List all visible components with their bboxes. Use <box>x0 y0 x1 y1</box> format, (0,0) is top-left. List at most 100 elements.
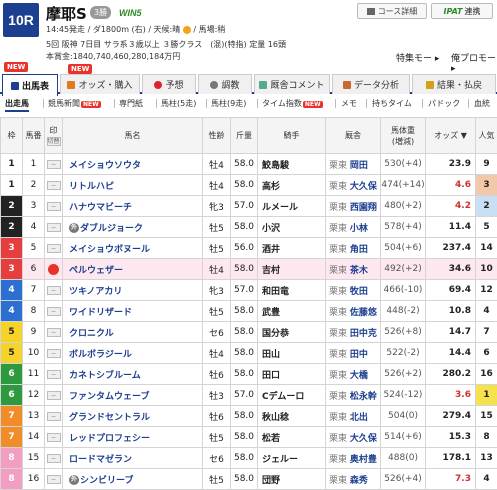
horse-name[interactable]: ボルボラジール <box>63 343 203 364</box>
mark-dropdown[interactable]: -- <box>47 286 61 295</box>
subnav-umabashira9[interactable]: 馬柱(9走) <box>211 98 246 109</box>
trainer-cell[interactable]: 栗東 西園翔 <box>326 196 381 217</box>
horse-name[interactable]: ロードマゼラン <box>63 448 203 469</box>
horse-name[interactable]: レッドプロフェシー <box>63 427 203 448</box>
horse-name[interactable]: ハナウマビーチ <box>63 196 203 217</box>
mark-dropdown[interactable]: -- <box>47 160 61 169</box>
subnav-umabashira5[interactable]: 馬柱(5走) <box>161 98 196 109</box>
jockey-name[interactable]: 吉村 <box>258 259 326 280</box>
trainer-cell[interactable]: 栗東 岡田 <box>326 154 381 175</box>
jockey-name[interactable]: 秋山稔 <box>258 406 326 427</box>
trainer-cell[interactable]: 栗東 角田 <box>326 238 381 259</box>
trainer-cell[interactable]: 栗東 田中克 <box>326 322 381 343</box>
mark-cell[interactable]: -- <box>45 364 63 385</box>
horse-name[interactable]: クロニクル <box>63 322 203 343</box>
mark-cell[interactable]: -- <box>45 280 63 301</box>
mark-cell[interactable]: -- <box>45 154 63 175</box>
tab-shutsuba[interactable]: 出馬表 <box>2 74 58 96</box>
subnav-time-index[interactable]: タイム指数NEW <box>262 98 323 109</box>
course-detail-button[interactable]: コース詳細 <box>357 3 427 19</box>
oreplo-link[interactable]: 俺プロモー ▸ <box>451 51 497 74</box>
jockey-name[interactable]: 鮫島駿 <box>258 154 326 175</box>
mark-dropdown[interactable]: -- <box>47 412 61 421</box>
mark-dropdown[interactable]: -- <box>47 223 61 232</box>
feature-link[interactable]: 特集モー ▸ <box>396 51 439 64</box>
mark-dropdown[interactable]: -- <box>47 349 61 358</box>
horse-name[interactable]: メイショウソウタ <box>63 154 203 175</box>
mark-cell[interactable] <box>45 259 63 280</box>
subnav-pedigree[interactable]: 血統 <box>474 98 490 109</box>
mark-dropdown[interactable]: -- <box>47 328 61 337</box>
mark-dropdown[interactable]: -- <box>47 181 61 190</box>
jockey-name[interactable]: 松若 <box>258 427 326 448</box>
trainer-cell[interactable]: 栗東 大久保 <box>326 175 381 196</box>
horse-name[interactable]: ワイドリザード <box>63 301 203 322</box>
mark-cell[interactable]: -- <box>45 448 63 469</box>
subnav-paddock[interactable]: パドック <box>428 98 460 109</box>
col-mark[interactable]: 印切替 <box>45 118 63 154</box>
tab-data[interactable]: データ分析 <box>332 74 410 94</box>
mark-dropdown[interactable]: -- <box>47 202 61 211</box>
mark-dropdown[interactable]: -- <box>47 433 61 442</box>
trainer-cell[interactable]: 栗東 奥村豊 <box>326 448 381 469</box>
horse-name[interactable]: 外シンビリーブ <box>63 469 203 490</box>
mark-cell[interactable]: -- <box>45 427 63 448</box>
tab-result[interactable]: 結果・払戻 <box>412 74 496 94</box>
tab-yoso[interactable]: 予想 <box>142 74 196 94</box>
trainer-cell[interactable]: 栗東 田中 <box>326 343 381 364</box>
tab-chokyo[interactable]: 調教 <box>198 74 252 94</box>
jockey-name[interactable]: 国分恭 <box>258 322 326 343</box>
mark-cell[interactable]: -- <box>45 217 63 238</box>
jockey-name[interactable]: 和田竜 <box>258 280 326 301</box>
jockey-name[interactable]: ルメール <box>258 196 326 217</box>
mark-dropdown[interactable]: -- <box>47 307 61 316</box>
subnav-best-time[interactable]: 持ちタイム <box>372 98 412 109</box>
mark-cell[interactable]: -- <box>45 469 63 490</box>
horse-name[interactable]: グランドセントラル <box>63 406 203 427</box>
trainer-cell[interactable]: 栗東 小林 <box>326 217 381 238</box>
mark-dropdown[interactable]: -- <box>47 244 61 253</box>
mark-cell[interactable]: -- <box>45 343 63 364</box>
jockey-name[interactable]: 団野 <box>258 469 326 490</box>
trainer-cell[interactable]: 栗東 茶木 <box>326 259 381 280</box>
horse-name[interactable]: メイショウボヌール <box>63 238 203 259</box>
mark-dropdown[interactable]: -- <box>47 454 61 463</box>
jockey-name[interactable]: 武豊 <box>258 301 326 322</box>
jockey-name[interactable]: 田口 <box>258 364 326 385</box>
mark-cell[interactable]: -- <box>45 406 63 427</box>
mark-dropdown[interactable]: -- <box>47 370 61 379</box>
jockey-name[interactable]: 小沢 <box>258 217 326 238</box>
mark-cell[interactable]: -- <box>45 196 63 217</box>
trainer-cell[interactable]: 栗東 大橋 <box>326 364 381 385</box>
trainer-cell[interactable]: 栗東 森秀 <box>326 469 381 490</box>
jockey-name[interactable]: 高杉 <box>258 175 326 196</box>
ipat-link-button[interactable]: IPAT連携 <box>431 3 493 19</box>
horse-name[interactable]: ツキノアカリ <box>63 280 203 301</box>
horse-name[interactable]: カネトシブルーム <box>63 364 203 385</box>
mark-cell[interactable]: -- <box>45 301 63 322</box>
horse-name[interactable]: ファンタムウェーブ <box>63 385 203 406</box>
subnav-memo[interactable]: メモ <box>341 98 357 109</box>
horse-name[interactable]: 外ダブルジョーク <box>63 217 203 238</box>
trainer-cell[interactable]: 栗東 佐藤悠 <box>326 301 381 322</box>
mark-toggle[interactable]: 切替 <box>47 137 61 146</box>
jockey-name[interactable]: 田山 <box>258 343 326 364</box>
subnav-horses[interactable]: 出走馬 <box>5 98 29 112</box>
mark-cell[interactable]: -- <box>45 385 63 406</box>
tab-odds[interactable]: オッズ・購入 <box>60 74 140 94</box>
col-odds[interactable]: オッズ ▼ <box>426 118 476 154</box>
trainer-cell[interactable]: 栗東 大久保 <box>326 427 381 448</box>
tab-comment[interactable]: 厩舎コメント <box>254 74 330 94</box>
trainer-cell[interactable]: 栗東 北出 <box>326 406 381 427</box>
jockey-name[interactable]: Cデムーロ <box>258 385 326 406</box>
jockey-name[interactable]: ジェルー <box>258 448 326 469</box>
jockey-name[interactable]: 酒井 <box>258 238 326 259</box>
horse-name[interactable]: ペルウェザー <box>63 259 203 280</box>
mark-cell[interactable]: -- <box>45 322 63 343</box>
horse-name[interactable]: リトルハピ <box>63 175 203 196</box>
mark-cell[interactable]: -- <box>45 238 63 259</box>
subnav-expert[interactable]: 専門紙 <box>119 98 143 109</box>
trainer-cell[interactable]: 栗東 牧田 <box>326 280 381 301</box>
mark-cell[interactable]: -- <box>45 175 63 196</box>
mark-dropdown[interactable]: -- <box>47 391 61 400</box>
